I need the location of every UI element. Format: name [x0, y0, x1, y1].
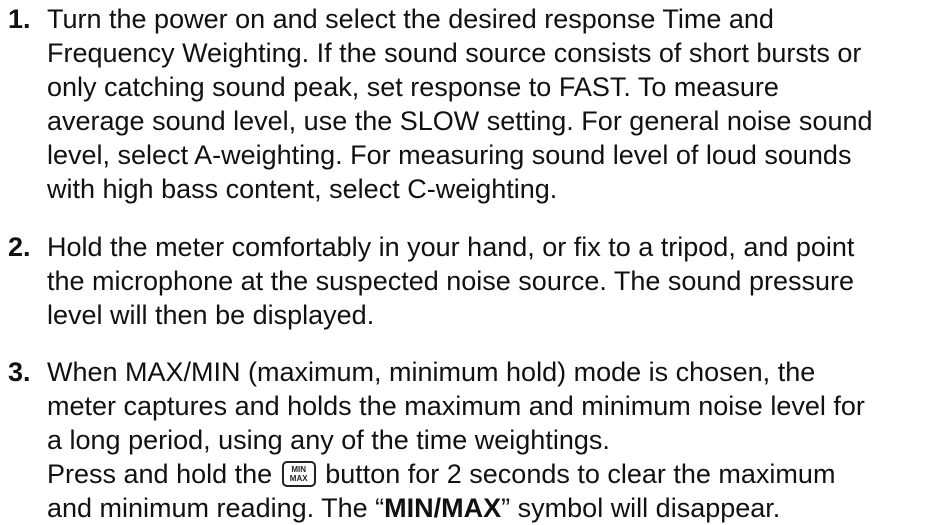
text-line: level will then be displayed.	[47, 300, 375, 330]
min-max-symbol-name: MIN/MAX	[384, 493, 502, 523]
text-line: average sound level, use the SLOW settin…	[47, 106, 873, 136]
text-segment: and minimum reading. The “	[47, 493, 385, 523]
step-text: Turn the power on and select the desired…	[47, 2, 945, 206]
instruction-page: 1. Turn the power on and select the desi…	[0, 0, 945, 523]
text-line: When MAX/MIN (maximum, minimum hold) mod…	[47, 357, 816, 387]
text-line: with high bass content, select C-weighti…	[47, 174, 558, 204]
text-line: the microphone at the suspected noise so…	[47, 266, 854, 296]
text-line: meter captures and holds the maximum and…	[47, 391, 865, 421]
step-number: 2.	[8, 232, 31, 262]
max-label: MAX	[289, 474, 308, 483]
text-line: only catching sound peak, set response t…	[47, 72, 779, 102]
text-line: Turn the power on and select the desired…	[47, 4, 774, 34]
text-segment: ” symbol will disappear.	[501, 493, 781, 523]
press-hold-line: Press and hold the MIN MAX button for 2 s…	[47, 457, 945, 491]
text-line: Frequency Weighting. If the sound source…	[47, 38, 862, 68]
symbol-line: and minimum reading. The “MIN/MAX” symbo…	[47, 491, 945, 525]
text-line: a long period, using any of the time wei…	[47, 425, 610, 455]
step-text: When MAX/MIN (maximum, minimum hold) mod…	[47, 355, 945, 525]
step-number: 1.	[8, 4, 31, 34]
text-segment: button for 2 seconds to clear the maximu…	[325, 459, 836, 489]
text-line: level, select A-weighting. For measuring…	[47, 140, 852, 170]
text-segment: Press and hold the	[47, 459, 273, 489]
step-text: Hold the meter comfortably in your hand,…	[47, 230, 945, 332]
min-label: MIN	[291, 465, 306, 474]
min-max-button-icon: MIN MAX	[281, 461, 316, 487]
text-line: Hold the meter comfortably in your hand,…	[47, 232, 855, 262]
step-number: 3.	[8, 357, 31, 387]
